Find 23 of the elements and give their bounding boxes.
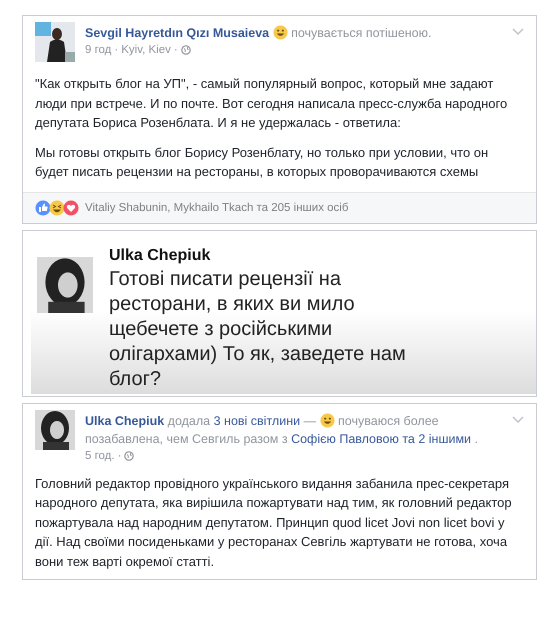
- reactions-link[interactable]: Vitaliy Shabunin, Mykhailo Tkach та 205 інших осіб: [85, 202, 348, 214]
- comment-text: Готові писати рецензії на ресторани, в яких ви мило щебечете з російськими олігархами) То як, заведете нам блог?: [109, 266, 407, 392]
- chevron-icon: [512, 416, 524, 424]
- post-header: Sevgil Hayretdın Qızı Musaieva почувається потішеною.: [85, 24, 432, 42]
- link[interactable]: 3 нові світлини: [214, 414, 300, 428]
- post-location: Kyiv, Kiev: [121, 44, 171, 56]
- post-header: Ulka Chepiuk додала 3 нові світлини — почуваюся более позабавлена, чем Севгиль разом з Софією Павловою та 2 іншими .: [85, 412, 479, 448]
- post-text: Мы готовы открыть блог Борису Розенблату, но только при условии, что он будет писать рецензии на рестораны, в которых проворачиваются схемы: [35, 144, 490, 181]
- smiley-icon: [272, 25, 288, 40]
- author-link[interactable]: Ulka Chepiuk: [85, 414, 164, 428]
- smiley-icon: [320, 412, 335, 428]
- separator-dot: ·: [118, 450, 122, 462]
- chevron-icon: [512, 28, 524, 36]
- laughing-icon: [49, 200, 65, 216]
- separator-dot: ·: [174, 44, 178, 56]
- separator-dot: ·: [114, 44, 118, 56]
- link[interactable]: Софією Павловою: [291, 432, 399, 446]
- author-link[interactable]: Sevgil Hayretdın Qızı Musaieva: [85, 26, 270, 40]
- comment-author: Ulka Chepiuk: [109, 246, 212, 264]
- post-text: "Как открыть блог на УП", - самый популярный вопрос, который мне задают люди при встрече. И по почте. Вот сегодня написала пресс-служба народного депутата Бориса Розенблата. И я не удержалась - ответила:: [35, 75, 508, 132]
- link[interactable]: та 2 іншими: [402, 432, 472, 446]
- post-text: Головний редактор провідного українського видання забанила прес-секретаря народного депутата, яка вирішила пожартувати над тим, як головний редактор пожартувала над народним депутатом. Принцип quod licet Jovi non licet bovi у дії. Над своїми посиденьками у ресторанах Севгіль жартувати не готова, хоча вони теж варті окремої статті.: [35, 474, 513, 571]
- like-icon: [35, 200, 51, 216]
